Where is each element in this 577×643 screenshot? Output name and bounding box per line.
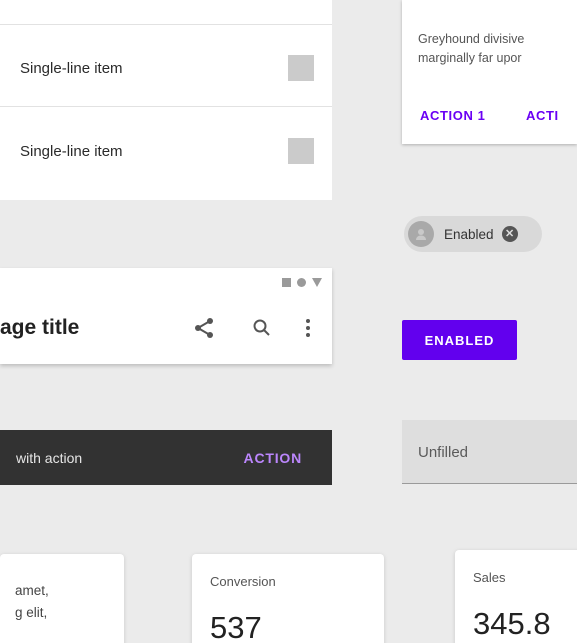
action-2-button[interactable]: ACTI bbox=[526, 108, 559, 123]
info-card-line: Greyhound divisive bbox=[418, 32, 525, 46]
top-app-bar: age title bbox=[0, 268, 332, 364]
more-vert-icon[interactable] bbox=[296, 316, 320, 340]
list-divider bbox=[0, 24, 332, 25]
snackbar-action-button[interactable]: ACTION bbox=[244, 450, 302, 466]
text-card-line: g elit, bbox=[15, 605, 48, 620]
text-field-label: Unfilled bbox=[418, 444, 469, 461]
snackbar: with action ACTION bbox=[0, 430, 332, 485]
status-bar bbox=[0, 268, 332, 298]
stat-label: Conversion bbox=[210, 574, 276, 589]
text-card-line: amet, bbox=[15, 583, 49, 598]
chip-label: Enabled bbox=[444, 226, 494, 242]
sales-card: Sales 345.8 bbox=[455, 550, 577, 643]
triangle-icon bbox=[312, 278, 322, 287]
stat-value: 345.8 bbox=[473, 606, 551, 641]
square-icon bbox=[282, 278, 291, 287]
list-item-label: Single-line item bbox=[20, 142, 123, 160]
search-icon[interactable] bbox=[250, 316, 274, 340]
list-item-thumbnail bbox=[288, 138, 314, 164]
page-title: age title bbox=[0, 316, 80, 339]
conversion-card: Conversion 537 bbox=[192, 554, 384, 643]
text-card: amet, g elit, bbox=[0, 554, 124, 643]
info-card-text: Greyhound divisive marginally far upor bbox=[418, 30, 577, 68]
enabled-button[interactable]: ENABLED bbox=[402, 320, 517, 360]
list-card: Single-line item Single-line item bbox=[0, 0, 332, 200]
list-item-thumbnail bbox=[288, 55, 314, 81]
list-item[interactable]: Single-line item bbox=[0, 113, 332, 189]
share-icon[interactable] bbox=[192, 316, 216, 340]
text-card-body: amet, g elit, bbox=[15, 580, 49, 624]
circle-icon bbox=[297, 278, 306, 287]
unfilled-text-field[interactable]: Unfilled bbox=[402, 420, 577, 484]
enabled-chip[interactable]: Enabled ✕ bbox=[404, 216, 542, 252]
stat-value: 537 bbox=[210, 610, 262, 643]
list-divider bbox=[0, 106, 332, 107]
avatar-icon bbox=[408, 221, 434, 247]
stat-label: Sales bbox=[473, 570, 506, 585]
list-item-label: Single-line item bbox=[20, 59, 123, 77]
snackbar-text: with action bbox=[16, 449, 83, 466]
cancel-icon[interactable]: ✕ bbox=[501, 226, 518, 242]
list-item[interactable]: Single-line item bbox=[0, 30, 332, 106]
action-1-button[interactable]: ACTION 1 bbox=[420, 108, 485, 123]
info-card-line: marginally far upor bbox=[418, 51, 522, 65]
info-card: Greyhound divisive marginally far upor A… bbox=[402, 0, 577, 144]
